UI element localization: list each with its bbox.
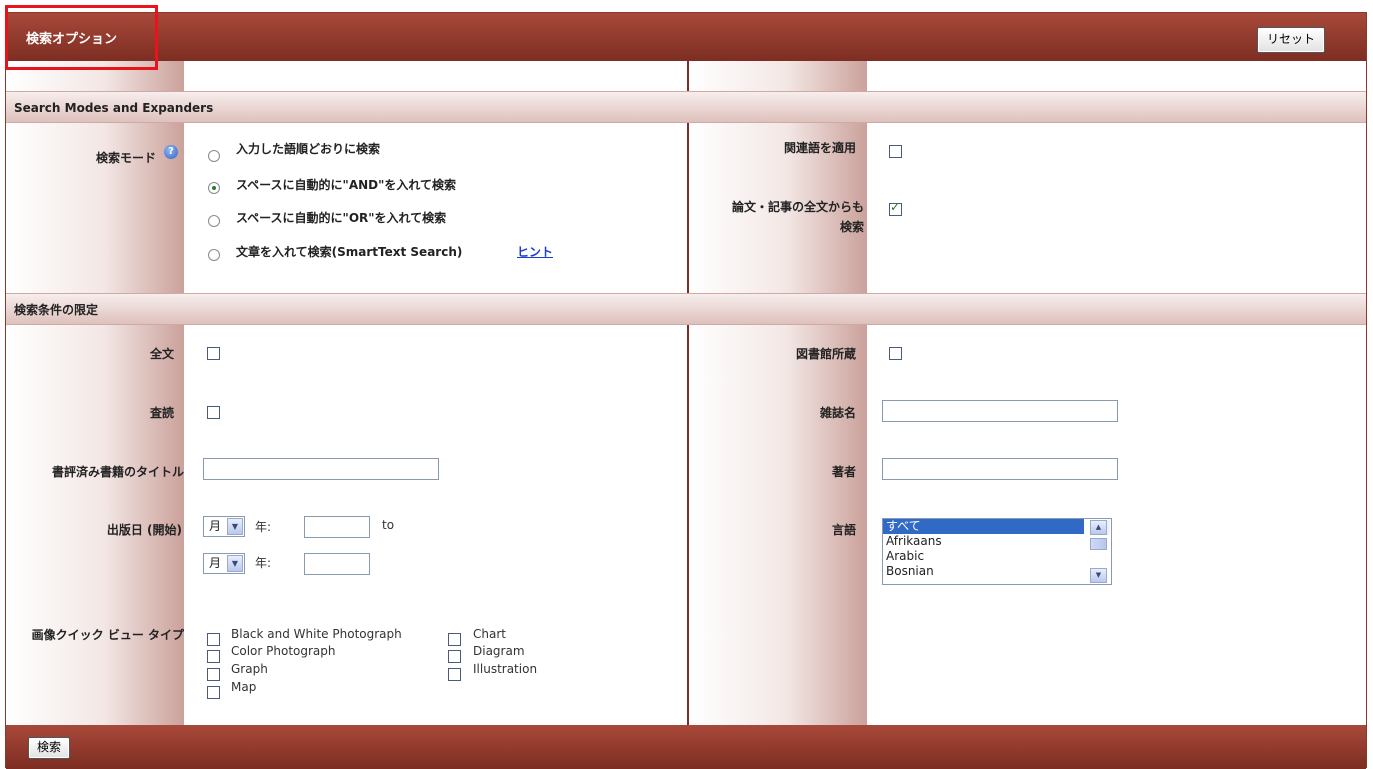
image-type-graph-checkbox[interactable]	[207, 668, 220, 681]
pub-date-label: 出版日 (開始)	[106, 523, 182, 537]
full-text-label: 全文	[149, 347, 174, 361]
start-year-label: 年:	[255, 520, 272, 534]
image-types-label: 画像クイック ビュー タイプ	[31, 628, 184, 642]
end-year-input[interactable]	[304, 553, 370, 575]
language-option[interactable]: Arabic	[883, 549, 1111, 564]
image-type-bw-photo-checkbox[interactable]	[207, 633, 220, 646]
end-year-label: 年:	[255, 556, 272, 570]
library-holdings-label: 図書館所蔵	[795, 347, 856, 361]
image-type-illustration-checkbox[interactable]	[448, 668, 461, 681]
section-limiters: 検索条件の限定	[6, 293, 1366, 325]
language-scrollbar[interactable]: ▲ ▼	[1090, 520, 1110, 583]
radio-mode-and[interactable]	[208, 182, 220, 194]
search-button[interactable]: 検索	[28, 737, 70, 759]
image-type-chart-label: Chart	[473, 627, 506, 641]
reset-button[interactable]: リセット	[1257, 27, 1325, 53]
radio-mode-smarttext[interactable]	[208, 249, 220, 261]
start-year-input[interactable]	[304, 516, 370, 538]
end-month-select[interactable]: 月 ▼	[203, 553, 245, 574]
hint-link[interactable]: ヒント	[517, 243, 553, 260]
reviewed-book-title-input[interactable]	[203, 458, 439, 480]
image-type-illustration-label: Illustration	[473, 662, 538, 676]
start-month-select[interactable]: 月 ▼	[203, 516, 245, 537]
journal-name-input[interactable]	[882, 400, 1118, 422]
footer-bar: 検索	[6, 725, 1366, 769]
scroll-thumb[interactable]	[1090, 538, 1107, 550]
search-options-panel: 検索オプション リセット Search Modes and Expanders …	[5, 12, 1367, 769]
language-listbox[interactable]: すべて Afrikaans Arabic Bosnian ▲ ▼	[882, 518, 1112, 585]
start-month-value: 月	[209, 519, 222, 533]
chevron-down-icon[interactable]: ▼	[227, 555, 243, 572]
chevron-down-icon[interactable]: ▼	[227, 518, 243, 535]
image-type-graph-label: Graph	[231, 662, 268, 676]
fulltext-search-label-line2: 検索	[839, 220, 864, 234]
image-type-diagram-label: Diagram	[473, 644, 525, 658]
fulltext-search-checkbox[interactable]	[889, 200, 902, 216]
mode-phrase-label: 入力した語順どおりに検索	[236, 142, 381, 156]
language-option-selected[interactable]: すべて	[883, 519, 1084, 534]
highlight-box	[5, 5, 158, 70]
radio-mode-or[interactable]	[208, 215, 220, 227]
search-mode-label: 検索モード	[95, 151, 156, 165]
right-label-column	[689, 61, 867, 725]
peer-reviewed-label: 査読	[149, 406, 174, 420]
related-words-label: 関連語を適用	[783, 141, 856, 155]
scroll-up-icon[interactable]: ▲	[1090, 520, 1107, 535]
journal-name-label: 雑誌名	[819, 406, 856, 420]
mode-or-label: スペースに自動的に"OR"を入れて検索	[236, 211, 447, 225]
section-search-modes: Search Modes and Expanders	[6, 91, 1366, 123]
header-bar: 検索オプション リセット	[6, 13, 1366, 61]
image-type-chart-checkbox[interactable]	[448, 633, 461, 646]
fulltext-search-label-line1: 論文・記事の全文からも	[731, 200, 864, 214]
image-type-diagram-checkbox[interactable]	[448, 650, 461, 663]
radio-mode-phrase[interactable]	[208, 150, 220, 162]
related-words-checkbox[interactable]	[889, 145, 902, 158]
library-holdings-checkbox[interactable]	[889, 347, 902, 360]
scroll-down-icon[interactable]: ▼	[1090, 568, 1107, 583]
author-input[interactable]	[882, 458, 1118, 480]
image-type-color-photo-checkbox[interactable]	[207, 650, 220, 663]
language-option[interactable]: Afrikaans	[883, 534, 1111, 549]
full-text-checkbox[interactable]	[207, 347, 220, 360]
language-label: 言語	[831, 523, 856, 537]
reviewed-book-title-label: 書評済み書籍のタイトル	[51, 465, 184, 479]
column-divider	[687, 61, 689, 725]
image-type-map-label: Map	[231, 680, 257, 694]
mode-smarttext-label: 文章を入れて検索(SmartText Search)	[236, 245, 463, 259]
end-month-value: 月	[209, 556, 222, 570]
author-label: 著者	[831, 465, 856, 479]
image-type-bw-photo-label: Black and White Photograph	[231, 627, 402, 641]
mode-and-label: スペースに自動的に"AND"を入れて検索	[236, 178, 456, 192]
help-question-icon[interactable]: ?	[164, 145, 178, 159]
image-type-map-checkbox[interactable]	[207, 686, 220, 699]
peer-reviewed-checkbox[interactable]	[207, 406, 220, 419]
language-option[interactable]: Bosnian	[883, 564, 1111, 579]
to-label: to	[382, 518, 395, 532]
image-type-color-photo-label: Color Photograph	[231, 644, 336, 658]
